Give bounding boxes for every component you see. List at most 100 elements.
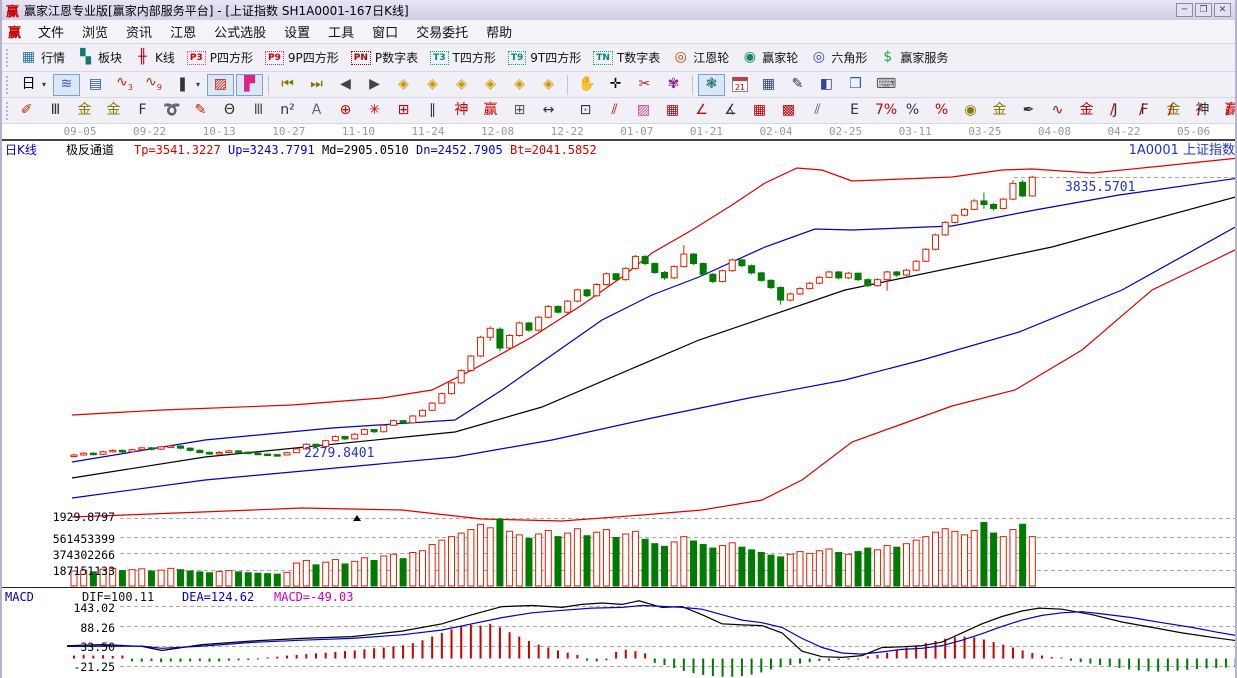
toolbar-button-percent-7[interactable]: 7% — [870, 100, 897, 122]
toolbar-button-kline[interactable]: ╫K线 — [129, 47, 180, 69]
toolbar-button-analysis-brain[interactable]: ❃ — [698, 74, 725, 96]
toolbar-button-crosshair[interactable]: ✛ — [602, 74, 629, 96]
toolbar-button-candle-style[interactable]: ❚▾ — [169, 74, 205, 96]
toolbar-button-remote-data[interactable]: ⌨ — [871, 74, 898, 96]
toolbar-button-sectors[interactable]: ▚板块 — [72, 47, 127, 69]
toolbar-button-hexagon[interactable]: ◎六角形 — [805, 47, 872, 69]
toolbar-button-export-share[interactable]: ❒ — [842, 74, 869, 96]
toolbar-button-box-tool[interactable]: ⊡ — [572, 100, 599, 122]
toolbar-button-expand-vertical[interactable]: ◈ — [535, 74, 562, 96]
toolbar-button-pan-right[interactable]: ◈ — [419, 74, 446, 96]
minimize-button[interactable]: ─ — [1176, 3, 1193, 17]
toolbar-button-t-square[interactable]: T3T四方形 — [425, 47, 501, 69]
toolbar-button-time-box[interactable]: ▦ — [659, 100, 686, 122]
toolbar-button-percent[interactable]: % — [899, 100, 926, 122]
toolbar-button-grid-123[interactable]: ⊞ — [506, 100, 533, 122]
toolbar-button-ratio-lines[interactable]: Ⅲ — [245, 100, 272, 122]
close-button[interactable]: ✕ — [1214, 3, 1231, 17]
toolbar-button-quotes[interactable]: ▦行情 — [15, 47, 70, 69]
menu-item-news[interactable]: 资讯 — [117, 20, 161, 43]
toolbar-button-wave-9[interactable]: ∿9 — [140, 74, 167, 96]
toolbar-button-gann-fan[interactable]: ⫽ — [601, 100, 628, 122]
toolbar-button-gann-shape[interactable]: ✾ — [660, 74, 687, 96]
menu-item-help[interactable]: 帮助 — [477, 20, 521, 43]
toolbar-button-gold-ratio-lines[interactable]: 金 — [71, 100, 98, 122]
toolbar-button-wave-3[interactable]: ∿3 — [111, 74, 138, 96]
toolbar-button-measure[interactable]: ✂ — [631, 74, 658, 96]
chart-area[interactable]: 日K线极反通道Tp=3541.3227Up=3243.7791Md=2905.0… — [2, 140, 1235, 678]
toolbar-button-hand-tool[interactable]: ✋ — [573, 74, 600, 96]
toolbar-button-step-back[interactable]: ◀ — [332, 74, 359, 96]
toolbar-button-shen-angle[interactable]: 神 — [1189, 100, 1216, 122]
menu-item-gann[interactable]: 江恩 — [161, 20, 205, 43]
menu-item-browse[interactable]: 浏览 — [73, 20, 117, 43]
toolbar-button-wave-a[interactable]: ∿ — [1044, 100, 1071, 122]
toolbar-button-compress-vertical[interactable]: ◈ — [506, 74, 533, 96]
toolbar-button-winner-wheel[interactable]: ◉赢家轮 — [736, 47, 803, 69]
toolbar-button-9p-square[interactable]: P99P四方形 — [260, 47, 344, 69]
toolbar-button-draw-pen[interactable]: ✐ — [13, 100, 40, 122]
toolbar-button-percent-eq[interactable]: % — [928, 100, 955, 122]
menu-item-file[interactable]: 文件 — [29, 20, 73, 43]
toolbar-button-red-grid[interactable]: ▦ — [746, 100, 773, 122]
toolbar-button-n-square[interactable]: n² — [274, 100, 301, 122]
toolbar-button-jump-first[interactable]: ⏮ — [274, 74, 301, 96]
toolbar-button-9t-square[interactable]: T99T四方形 — [503, 47, 586, 69]
toolbar-button-shen-lines[interactable]: 神 — [448, 100, 475, 122]
toolbar-button-step-forward[interactable]: ▶ — [361, 74, 388, 96]
toolbar-button-flag-pen[interactable]: ✒ — [1015, 100, 1042, 122]
toolbar-button-width-arrows[interactable]: ↔ — [535, 100, 562, 122]
menu-item-trade-entrust[interactable]: 交易委托 — [407, 20, 477, 43]
toolbar-button-notes[interactable]: ✎ — [784, 74, 811, 96]
toolbar-button-info-panel[interactable]: ▤ — [82, 74, 109, 96]
toolbar-button-stats-bars[interactable]: Ε — [841, 100, 868, 122]
toolbar-button-star-web[interactable]: ✳ — [361, 100, 388, 122]
toolbar-button-angle-fan[interactable]: ∠ — [688, 100, 715, 122]
toolbar-button-gold-angle[interactable]: 金 — [1160, 100, 1187, 122]
menu-item-tools[interactable]: 工具 — [319, 20, 363, 43]
toolbar-button-j-angle[interactable]: J — [1102, 100, 1129, 122]
toolbar-button-gold-ratio-lines-2[interactable]: 金 — [100, 100, 127, 122]
toolbar-button-f-angle[interactable]: F — [1131, 100, 1158, 122]
menu-item-formula-picker[interactable]: 公式选股 — [205, 20, 275, 43]
toolbar-button-gold-line[interactable]: 金 — [986, 100, 1013, 122]
toolbar-button-ying-lines[interactable]: 赢 — [477, 100, 504, 122]
toolbar-button-grid-star[interactable]: ⊞ — [390, 100, 417, 122]
toolbar-button-draw-marker[interactable]: ✎ — [187, 100, 214, 122]
toolbar-button-jump-last[interactable]: ⏭ — [303, 74, 330, 96]
toolbar-button-angle-tool[interactable]: A — [303, 100, 330, 122]
toolbar-button-ying-angle[interactable]: 赢 — [1218, 100, 1235, 122]
toolbar-button-p-digit-table[interactable]: PNP数字表 — [346, 47, 423, 69]
toolbar-button-fibonacci-lines[interactable]: F — [129, 100, 156, 122]
toolbar-button-compress-horizontal[interactable]: ◈ — [477, 74, 504, 96]
toolbar-button-save[interactable]: ◧ — [813, 74, 840, 96]
toolbar-button-calendar[interactable]: 21 — [727, 74, 753, 96]
toolbar-button-period-selector[interactable]: 日▾ — [15, 74, 51, 96]
restore-button[interactable]: ❐ — [1195, 3, 1212, 17]
toolbar-grip[interactable] — [6, 76, 10, 94]
toolbar-button-pattern-tool[interactable]: ▨ — [207, 74, 234, 96]
main-chart-svg[interactable]: 日K线极反通道Tp=3541.3227Up=3243.7791Md=2905.0… — [2, 140, 1237, 678]
toolbar-button-spiral[interactable]: ➰ — [158, 100, 185, 122]
toolbar-button-percent-lines[interactable]: ∥ — [419, 100, 446, 122]
toolbar-button-circle-degrees[interactable]: Θ — [216, 100, 243, 122]
toolbar-button-histogram-tool[interactable]: ▛ — [236, 74, 263, 96]
toolbar-button-expand-horizontal[interactable]: ◈ — [448, 74, 475, 96]
toolbar-button-t-digit-table[interactable]: TNT数字表 — [588, 47, 665, 69]
menu-item-window[interactable]: 窗口 — [363, 20, 407, 43]
toolbar-button-grid-lines[interactable]: Ⅲ — [42, 100, 69, 122]
toolbar-grip[interactable] — [6, 49, 10, 67]
toolbar-button-parallel-lines[interactable]: ⫽ — [804, 100, 831, 122]
toolbar-button-compass-target[interactable]: ⊕ — [332, 100, 359, 122]
toolbar-button-calculator[interactable]: ▦ — [755, 74, 782, 96]
toolbar-button-pan-left[interactable]: ◈ — [390, 74, 417, 96]
menu-item-settings[interactable]: 设置 — [275, 20, 319, 43]
toolbar-button-trend-check[interactable]: ∡ — [717, 100, 744, 122]
toolbar-grip[interactable] — [6, 102, 8, 120]
toolbar-button-red-grid-2[interactable]: ▩ — [775, 100, 802, 122]
toolbar-button-p-square[interactable]: P3P四方形 — [182, 47, 258, 69]
toolbar-button-winner-service[interactable]: $赢家服务 — [874, 47, 953, 69]
toolbar-button-chart-pattern[interactable]: ≋ — [53, 74, 80, 96]
toolbar-button-gold-circle[interactable]: ◉ — [957, 100, 984, 122]
toolbar-button-price-box[interactable]: ▨ — [630, 100, 657, 122]
